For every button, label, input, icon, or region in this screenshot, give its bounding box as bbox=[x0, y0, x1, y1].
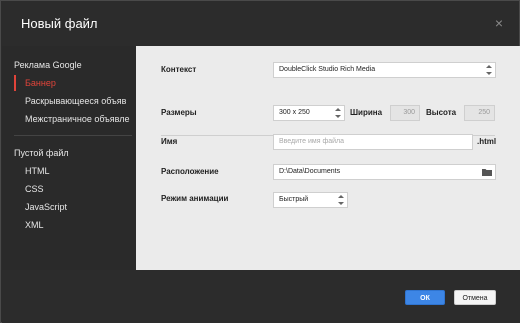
sidebar-item-label: JavaScript bbox=[25, 202, 68, 212]
context-label: Контекст bbox=[161, 65, 197, 74]
file-name-input[interactable]: Введите имя файла bbox=[273, 134, 473, 150]
width-field[interactable]: 300 bbox=[390, 105, 420, 121]
new-file-dialog: Новый файл × Реклама Google Баннер Раскр… bbox=[0, 0, 520, 323]
ok-button[interactable]: ОК bbox=[405, 290, 445, 305]
file-name-placeholder: Введите имя файла bbox=[279, 138, 345, 145]
sidebar-item-label: Раскрывающееся объяв bbox=[25, 96, 127, 106]
folder-icon[interactable] bbox=[482, 168, 492, 176]
sidebar-group-google-ads: Реклама Google bbox=[14, 60, 82, 70]
size-preset-value: 300 x 250 bbox=[279, 109, 310, 116]
cancel-button[interactable]: Отмена bbox=[454, 290, 496, 305]
sidebar-group-empty-file: Пустой файл bbox=[14, 148, 69, 158]
close-icon[interactable]: × bbox=[495, 16, 503, 30]
sidebar-item-interstitial-ad[interactable]: Межстраничное объявле bbox=[14, 111, 134, 127]
height-field[interactable]: 250 bbox=[464, 105, 495, 121]
sidebar-item-xml[interactable]: XML bbox=[14, 217, 134, 233]
sidebar-divider bbox=[14, 135, 132, 136]
context-value: DoubleClick Studio Rich Media bbox=[279, 66, 376, 73]
sidebar-item-html[interactable]: HTML bbox=[14, 163, 134, 179]
context-select[interactable]: DoubleClick Studio Rich Media bbox=[273, 62, 496, 78]
sidebar-item-javascript[interactable]: JavaScript bbox=[14, 199, 134, 215]
settings-panel: Контекст DoubleClick Studio Rich Media Р… bbox=[136, 46, 520, 270]
sidebar-item-css[interactable]: CSS bbox=[14, 181, 134, 197]
file-type-sidebar: Реклама Google Баннер Раскрывающееся объ… bbox=[2, 46, 136, 270]
select-arrows-icon bbox=[486, 65, 492, 75]
animation-mode-select[interactable]: Быстрый bbox=[273, 192, 348, 208]
sidebar-item-label: Межстраничное объявле bbox=[25, 114, 130, 124]
location-value: D:\Data\Documents bbox=[279, 168, 341, 175]
dialog-title: Новый файл bbox=[21, 16, 98, 31]
animation-mode-label: Режим анимации bbox=[161, 194, 229, 203]
dialog-titlebar: Новый файл × bbox=[1, 1, 519, 46]
size-preset-select[interactable]: 300 x 250 bbox=[273, 105, 345, 121]
sidebar-item-label: CSS bbox=[25, 184, 44, 194]
location-field[interactable]: D:\Data\Documents bbox=[273, 164, 496, 180]
select-arrows-icon bbox=[338, 195, 344, 205]
sidebar-item-banner[interactable]: Баннер bbox=[14, 75, 134, 91]
dialog-footer: ОК Отмена bbox=[2, 270, 520, 323]
active-indicator bbox=[14, 75, 16, 91]
animation-mode-value: Быстрый bbox=[279, 196, 309, 203]
height-label: Высота bbox=[426, 108, 457, 117]
file-extension: .html bbox=[477, 137, 497, 146]
width-label: Ширина bbox=[350, 108, 383, 117]
select-arrows-icon bbox=[335, 108, 341, 118]
sizes-label: Размеры bbox=[161, 108, 197, 117]
sidebar-item-label: XML bbox=[25, 220, 44, 230]
sidebar-item-expandable-ad[interactable]: Раскрывающееся объяв bbox=[14, 93, 134, 109]
name-label: Имя bbox=[161, 137, 178, 146]
location-label: Расположение bbox=[161, 167, 219, 176]
sidebar-item-label: Баннер bbox=[25, 78, 56, 88]
sidebar-item-label: HTML bbox=[25, 166, 50, 176]
